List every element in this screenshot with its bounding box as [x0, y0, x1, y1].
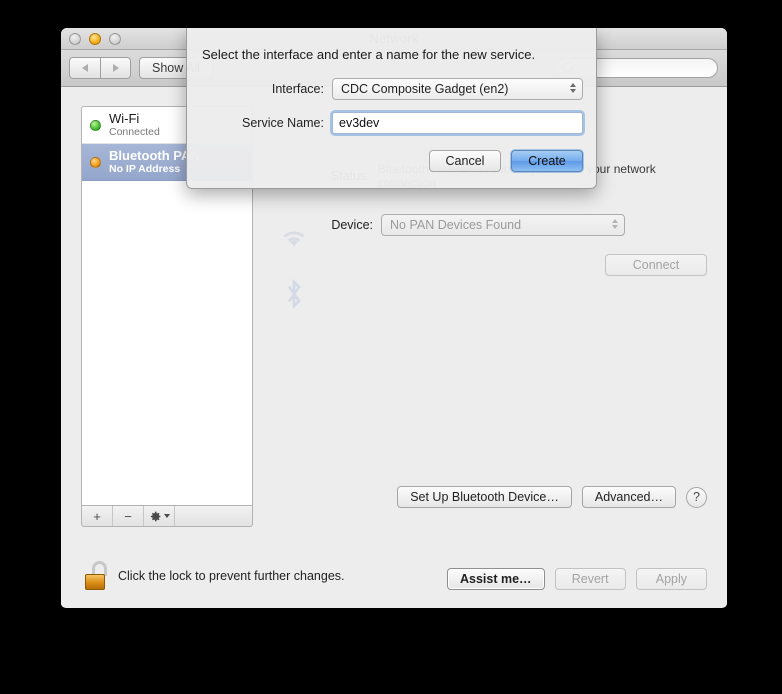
set-up-bluetooth-device-button[interactable]: Set Up Bluetooth Device…	[397, 486, 572, 508]
window-title: Network	[369, 31, 419, 46]
forward-button[interactable]	[100, 57, 131, 79]
device-popup-value: No PAN Devices Found	[390, 218, 522, 232]
network-services-list[interactable]: Wi-Fi Connected Bluetooth PAN No IP Addr…	[81, 106, 253, 506]
network-preferences-window: Network Show All Wi-Fi Connected Bluetoo…	[61, 28, 727, 608]
back-button[interactable]	[69, 57, 100, 79]
bottom-actions: Assist me… Revert Apply	[447, 568, 707, 590]
window-bottom-bar: Click the lock to prevent further change…	[61, 549, 727, 607]
status-row: Status: Bluetooth PAN is not currently u…	[265, 162, 707, 190]
device-row: Device: No PAN Devices Found	[265, 214, 707, 236]
apply-button[interactable]: Apply	[635, 568, 707, 590]
gear-icon	[150, 511, 160, 521]
help-button[interactable]: ?	[686, 486, 707, 508]
services-action-menu-button[interactable]	[144, 506, 175, 526]
device-popup-button[interactable]: No PAN Devices Found	[381, 214, 625, 236]
assist-me-button[interactable]: Assist me…	[447, 568, 545, 590]
status-dot-green-icon	[90, 119, 101, 131]
status-dot-orange-icon	[90, 156, 101, 168]
status-description: Bluetooth PAN is not currently used for …	[377, 162, 656, 190]
service-status: No IP Address	[109, 163, 181, 176]
screenshot-root: Network Show All Wi-Fi Connected Bluetoo…	[0, 0, 782, 694]
service-detail-pane: Status: Bluetooth PAN is not currently u…	[265, 106, 707, 508]
chevron-right-icon	[112, 64, 119, 72]
navigation-buttons	[69, 57, 131, 79]
lock-caption: Click the lock to prevent further change…	[118, 569, 345, 583]
connect-button[interactable]: Connect	[605, 254, 707, 276]
wifi-watermark-icon	[283, 231, 305, 247]
search-icon	[563, 62, 575, 74]
service-row-bluetooth-pan[interactable]: Bluetooth PAN No IP Address	[82, 144, 252, 181]
bluetooth-watermark-icon	[287, 278, 301, 310]
status-label: Status:	[330, 169, 370, 183]
chevron-down-icon	[163, 514, 170, 518]
advanced-button[interactable]: Advanced…	[581, 486, 676, 508]
add-service-button[interactable]: +	[82, 506, 113, 526]
stepper-arrows-icon	[612, 219, 618, 229]
services-list-toolbar: + −	[81, 506, 253, 527]
show-all-button[interactable]: Show All	[139, 57, 213, 79]
revert-button[interactable]: Revert	[554, 568, 626, 590]
remove-service-button[interactable]: −	[113, 506, 144, 526]
detail-actions-row: Set Up Bluetooth Device… Advanced… ?	[265, 486, 707, 508]
window-titlebar: Network	[61, 28, 727, 50]
service-status: Connected	[109, 126, 160, 139]
search-field[interactable]	[555, 58, 718, 78]
window-toolbar: Show All	[61, 50, 727, 87]
service-name: Bluetooth PAN	[109, 147, 200, 163]
connect-row: Connect	[265, 254, 707, 276]
unlocked-padlock-icon[interactable]	[83, 561, 109, 591]
chevron-left-icon	[82, 64, 88, 72]
service-name: Wi-Fi	[109, 110, 140, 126]
preferences-content: Wi-Fi Connected Bluetooth PAN No IP Addr…	[61, 87, 727, 607]
search-input[interactable]	[579, 61, 709, 75]
service-row-wifi[interactable]: Wi-Fi Connected	[82, 107, 252, 144]
